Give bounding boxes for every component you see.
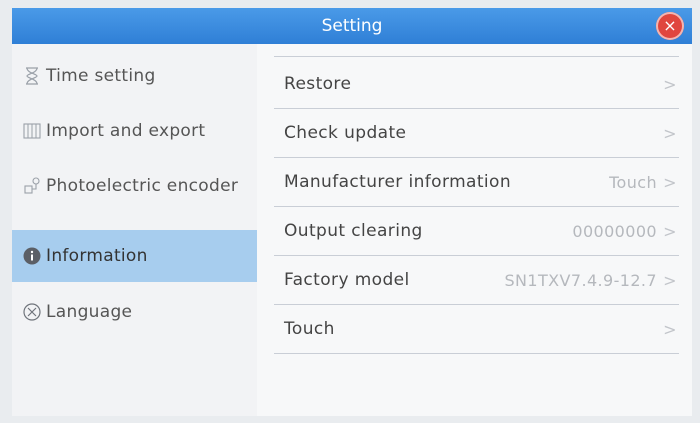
chevron-right-icon: > <box>663 172 677 192</box>
row-restore[interactable]: Restore > <box>274 60 679 109</box>
chevron-right-icon: > <box>663 319 677 339</box>
chevron-right-icon: > <box>663 270 677 290</box>
row-label: Output clearing <box>284 221 423 241</box>
window-title: Setting <box>321 16 383 36</box>
sidebar-item-information[interactable]: Information <box>12 230 257 282</box>
chevron-right-icon: > <box>663 74 677 94</box>
sidebar-item-time-setting[interactable]: Time setting <box>12 50 257 102</box>
row-label: Restore <box>284 74 352 94</box>
information-panel: Restore > Check update > Manufacturer in… <box>257 44 692 416</box>
row-touch[interactable]: Touch > <box>274 305 679 354</box>
sidebar-item-label: Language <box>46 302 133 322</box>
sidebar: Time setting Import and export Photoelec… <box>12 44 257 416</box>
settings-window: Setting × Time setting Import and export… <box>12 8 692 416</box>
row-label: Touch <box>284 319 335 339</box>
close-icon: × <box>663 16 677 35</box>
chevron-right-icon: > <box>663 123 677 143</box>
hourglass-icon <box>22 66 42 86</box>
sidebar-item-label: Information <box>46 246 148 266</box>
row-value: 00000000 <box>572 221 657 241</box>
sidebar-item-label: Photoelectric encoder <box>46 176 239 196</box>
row-value: SN1TXV7.4.9-12.7 <box>504 270 657 290</box>
row-label: Factory model <box>284 270 410 290</box>
row-value: Touch <box>609 172 657 192</box>
close-button[interactable]: × <box>656 12 684 40</box>
sidebar-item-language[interactable]: Language <box>12 286 257 338</box>
chevron-right-icon: > <box>663 221 677 241</box>
sidebar-item-photoelectric-encoder[interactable]: Photoelectric encoder <box>12 160 257 212</box>
row-output-clearing[interactable]: Output clearing 00000000 > <box>274 207 679 256</box>
row-label: Check update <box>284 123 407 143</box>
encoder-icon <box>22 176 42 196</box>
divider <box>274 56 679 57</box>
sidebar-item-import-export[interactable]: Import and export <box>12 105 257 157</box>
row-factory-model[interactable]: Factory model SN1TXV7.4.9-12.7 > <box>274 256 679 305</box>
language-icon <box>22 302 42 322</box>
sidebar-item-label: Import and export <box>46 121 206 141</box>
import-export-icon <box>22 121 42 141</box>
title-bar: Setting × <box>12 8 692 44</box>
row-label: Manufacturer information <box>284 172 512 192</box>
info-icon <box>22 246 42 266</box>
sidebar-item-label: Time setting <box>46 66 156 86</box>
row-manufacturer-information[interactable]: Manufacturer information Touch > <box>274 158 679 207</box>
row-check-update[interactable]: Check update > <box>274 109 679 158</box>
